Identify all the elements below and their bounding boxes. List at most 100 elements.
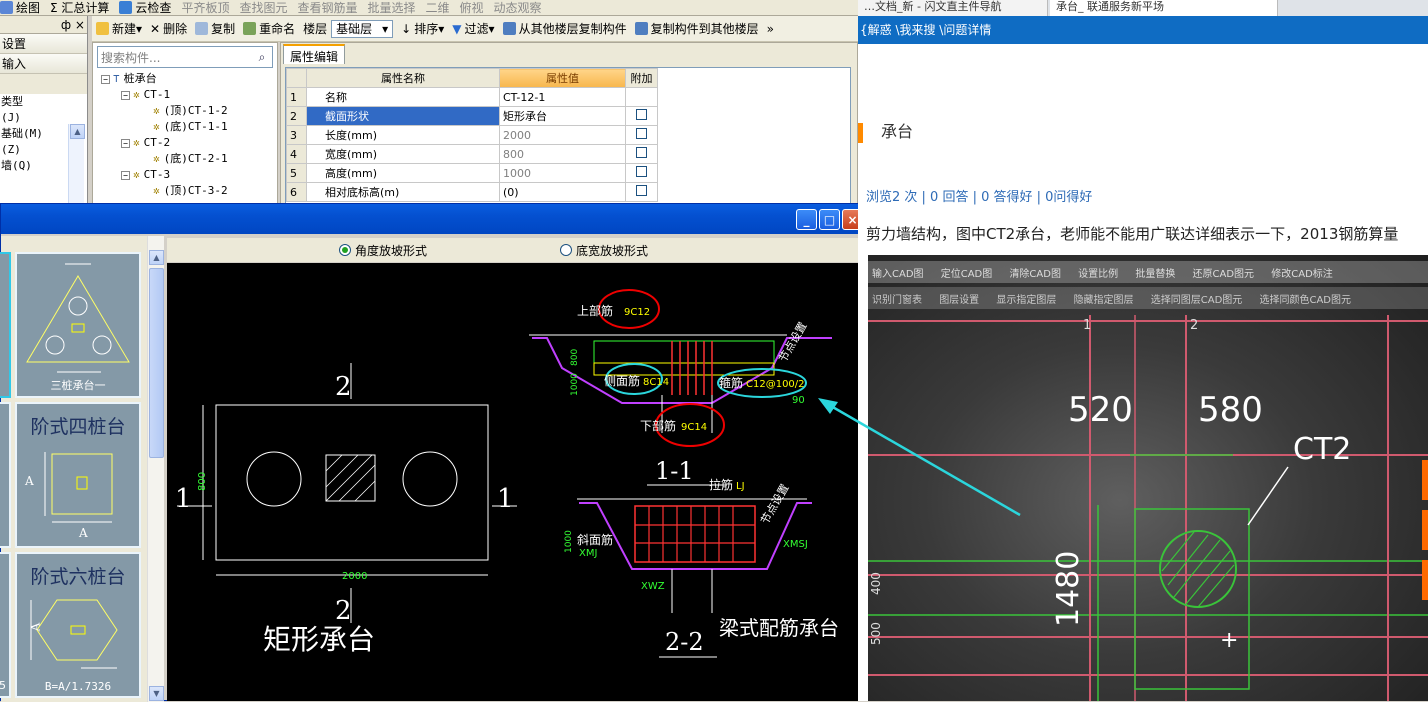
copy-button[interactable]: 复制 <box>195 20 235 37</box>
search-input[interactable]: 搜索构件... ⌕ <box>97 46 273 68</box>
new-button[interactable]: 新建 ▾ <box>96 20 142 37</box>
draw-button[interactable]: 绘图 <box>0 0 40 15</box>
extra-checkbox[interactable] <box>636 109 647 120</box>
batch-select-button[interactable]: 批量选择 <box>367 0 415 15</box>
dim-2000-label: 2000 <box>342 571 367 582</box>
property-value[interactable]: 矩形承台 <box>499 106 626 126</box>
bottom-bar-value: 9C14 <box>681 422 707 433</box>
find-element-button[interactable]: 查找图元 <box>239 0 287 15</box>
nav-input[interactable]: 输入 <box>0 54 87 74</box>
browser-tab-active[interactable]: 承台_ 联通服务新平场 <box>1050 0 1278 16</box>
breadcrumb[interactable]: {解惑 \我来搜 \问题详情 <box>858 16 1428 44</box>
thumb-left-partial-3[interactable]: 5 <box>0 552 11 698</box>
radio-width-slope[interactable]: 底宽放坡形式 <box>560 242 648 259</box>
property-value[interactable]: (0) <box>499 182 626 202</box>
side-button[interactable] <box>1422 460 1428 500</box>
tree-node[interactable]: ✲ (顶)CT-1-2 <box>101 103 277 119</box>
tree-node[interactable]: − ✲ CT-1 <box>101 87 277 103</box>
delete-button[interactable]: ✕ 删除 <box>150 20 187 37</box>
extra-checkbox[interactable] <box>636 147 647 158</box>
rename-button[interactable]: 重命名 <box>243 20 295 37</box>
side-button[interactable] <box>1422 560 1428 600</box>
property-value[interactable]: 2000 <box>499 125 626 145</box>
table-row[interactable]: 6 相对底标高(m) (0) <box>286 182 658 202</box>
thumb-step-six-pile[interactable]: 阶式六桩台 A B=A/1.7326 <box>15 552 141 698</box>
collapse-icon[interactable]: − <box>101 74 110 84</box>
view-2d-dropdown[interactable]: 二维 <box>426 0 450 15</box>
row-number: 3 <box>286 125 307 145</box>
component-icon: ✲ <box>153 152 160 165</box>
extra-checkbox[interactable] <box>636 128 647 139</box>
extra-checkbox[interactable] <box>636 166 647 177</box>
sort-button[interactable]: ↓ 排序 ▾ <box>401 20 444 37</box>
scroll-thumb[interactable] <box>149 268 164 458</box>
row-number: 6 <box>286 182 307 202</box>
property-value[interactable]: 1000 <box>499 163 626 183</box>
orbit-button[interactable]: 动态观察 <box>494 0 542 15</box>
side-button[interactable] <box>1422 510 1428 550</box>
pin-close-icon[interactable]: ф × <box>61 18 85 32</box>
collapse-icon[interactable]: − <box>121 170 130 180</box>
copy-to-floor-button[interactable]: 复制构件到其他楼层 <box>634 20 759 37</box>
collapse-icon[interactable]: − <box>121 90 130 100</box>
collapse-icon[interactable]: − <box>121 138 130 148</box>
photo-ct2-label: CT2 <box>1293 432 1351 467</box>
four-pile-icon <box>44 452 113 523</box>
scroll-up-icon[interactable]: ▲ <box>70 124 85 139</box>
question-photo[interactable]: 输入CAD图 定位CAD图 清除CAD图 设置比例 批量替换 还原CAD图元 修… <box>868 255 1428 701</box>
xwz-label: XWZ <box>641 581 665 592</box>
tree-node[interactable]: − ✲ CT-3 <box>101 167 277 183</box>
dim-800-label: 800 <box>570 349 580 366</box>
extra-checkbox[interactable] <box>636 185 647 196</box>
table-row[interactable]: 4 宽度(mm) 800 <box>286 144 658 164</box>
nav-settings[interactable]: 设置 <box>0 34 87 54</box>
node-setting-label: 节点设置 <box>758 482 791 527</box>
tree-node[interactable]: ✲ (顶)CT-3-2 <box>101 183 277 199</box>
radio-on-icon <box>339 244 351 256</box>
view-rebar-button[interactable]: 查看钢筋量 <box>297 0 357 15</box>
search-icon[interactable]: ⌕ <box>252 47 272 67</box>
browser-tab[interactable]: …文档_新 - 闪文直主件导航 <box>858 0 1048 16</box>
table-row[interactable]: 2 截面形状 矩形承台 <box>286 106 658 126</box>
floor-select[interactable]: 基础层 ▾ <box>331 19 394 38</box>
tab-property-edit[interactable]: 属性编辑 <box>283 44 346 64</box>
copy-floor-icon <box>502 22 516 35</box>
thumb-three-pile-cap[interactable]: 三桩承台一 <box>15 252 141 398</box>
cad-photo-drawing: 520 580 CT2 1480 400 500 1 2 + <box>868 315 1428 701</box>
dialog-titlebar[interactable]: _ □ × <box>1 204 863 234</box>
filter-button[interactable]: ▼ 过滤 ▾ <box>452 20 494 37</box>
cloud-check-button[interactable]: 云检查 <box>119 0 171 15</box>
tree-node[interactable]: − ✲ CT-2 <box>101 135 277 151</box>
align-top-button[interactable]: 平齐板顶 <box>181 0 229 15</box>
property-value[interactable]: 800 <box>499 144 626 164</box>
table-row[interactable]: 1 名称 CT-12-1 <box>286 87 658 107</box>
photo-dim-500: 500 <box>869 622 883 645</box>
scroll-up-icon[interactable]: ▲ <box>149 250 164 265</box>
copy-from-floor-button[interactable]: 从其他楼层复制构件 <box>502 20 627 37</box>
table-row[interactable]: 3 长度(mm) 2000 <box>286 125 658 145</box>
scroll-down-icon[interactable]: ▼ <box>149 686 164 701</box>
slope-mode-bar: 角度放坡形式 底宽放坡形式 <box>167 238 863 262</box>
left-nav-panel: ф × 设置 输入 类型 (J) 基础(M) (Z) 墙(Q) ▲ <box>0 16 88 206</box>
thumb-left-partial-2[interactable] <box>0 402 11 548</box>
table-row[interactable]: 5 高度(mm) 1000 <box>286 163 658 183</box>
top-view-dropdown[interactable]: 俯视 <box>460 0 484 15</box>
thumb-left-partial-1[interactable] <box>0 252 11 398</box>
summary-calc-button[interactable]: Σ 汇总计算 <box>50 0 109 15</box>
more-button[interactable]: » <box>767 22 774 36</box>
property-value[interactable]: CT-12-1 <box>499 87 626 107</box>
minimize-button[interactable]: _ <box>796 209 817 230</box>
thumb-step-four-pile[interactable]: 阶式四桩台 A A <box>15 402 141 548</box>
thumb-caption: B=A/1.7326 <box>44 680 112 693</box>
list-scrollbar[interactable]: ▲ <box>68 124 85 206</box>
list-item[interactable]: 类型 <box>1 94 87 110</box>
slope-bar-label: 斜面筋 <box>577 532 613 547</box>
top-bar-value: 9C12 <box>624 307 650 318</box>
tree-node[interactable]: − ⊤ 桩承台 <box>101 71 277 87</box>
tree-node[interactable]: ✲ (底)CT-2-1 <box>101 151 277 167</box>
radio-angle-slope[interactable]: 角度放坡形式 <box>339 242 427 259</box>
thumbs-scrollbar[interactable]: ▲ ▼ <box>147 236 164 702</box>
row-number: 4 <box>286 144 307 164</box>
tree-node[interactable]: ✲ (底)CT-1-1 <box>101 119 277 135</box>
maximize-button[interactable]: □ <box>819 209 840 230</box>
